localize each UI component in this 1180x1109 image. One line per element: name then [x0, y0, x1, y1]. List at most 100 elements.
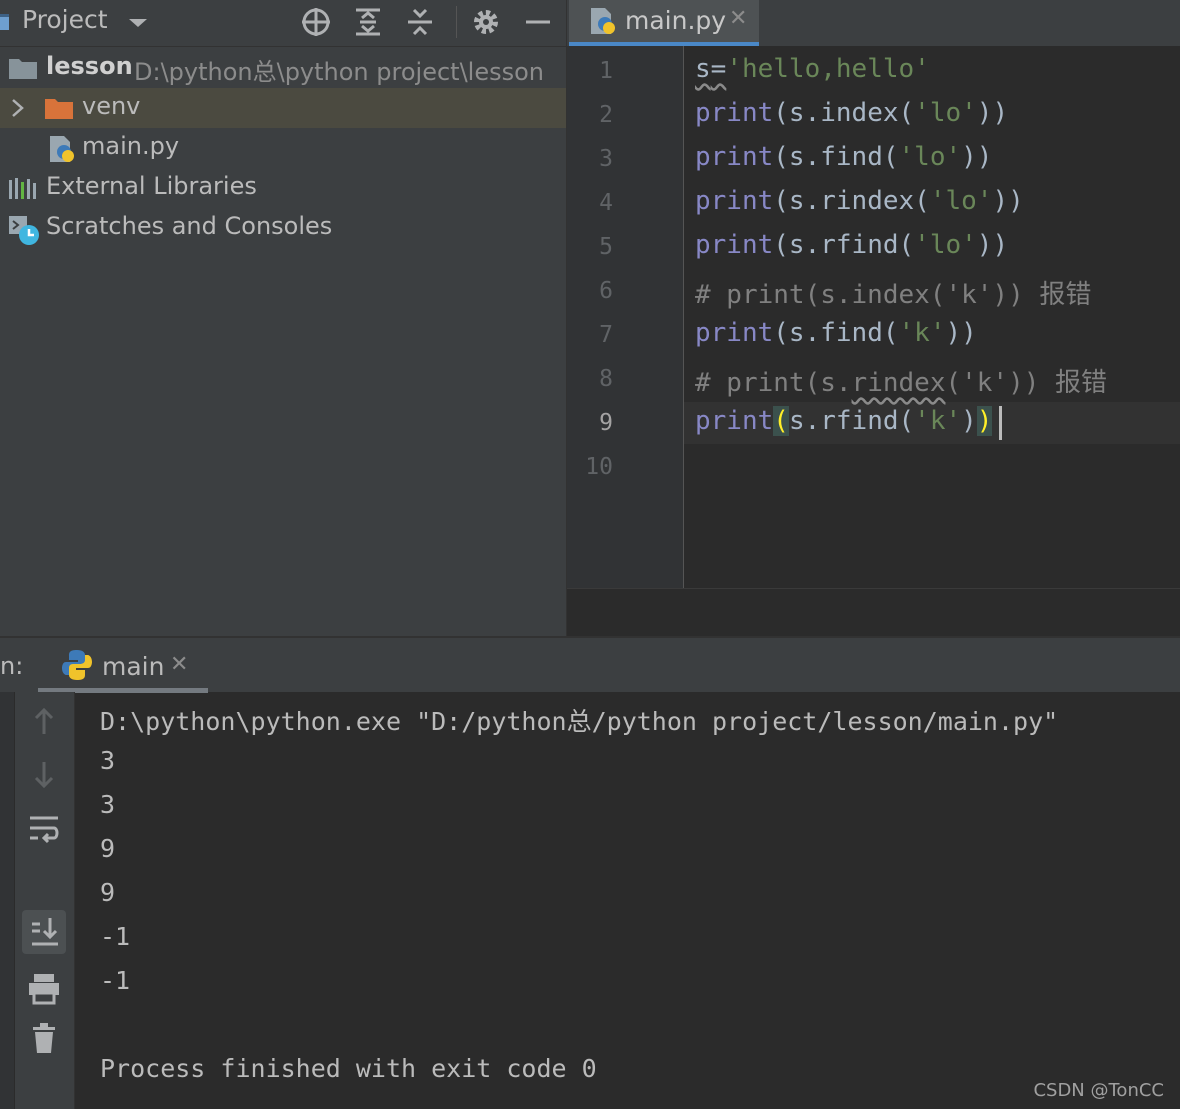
project-header: Project: [0, 0, 566, 47]
folder-icon: [44, 96, 74, 120]
console-line: 9: [100, 834, 116, 863]
print-icon[interactable]: [22, 966, 66, 1010]
code-string: 'lo': [914, 230, 977, 260]
close-icon[interactable]: ✕: [170, 652, 188, 677]
tab-label: main.py: [625, 6, 727, 35]
tree-item-label: lesson: [46, 52, 133, 80]
gear-icon[interactable]: [470, 6, 502, 38]
code-line-4[interactable]: print(s.rindex('lo')): [695, 186, 1024, 216]
console-output[interactable]: D:\python\python.exe "D:/python总/python …: [74, 692, 1180, 1109]
tree-item-label: main.py: [82, 132, 180, 160]
run-tool-window: n: main ✕ D:\python\python.exe "D:/pytho…: [0, 636, 1180, 1109]
chevron-down-icon[interactable]: [126, 12, 150, 36]
code-token: (s.find(: [773, 142, 899, 172]
down-arrow-icon[interactable]: [22, 752, 66, 796]
code-token: )): [961, 142, 993, 172]
code-builtin: print: [695, 318, 774, 348]
run-side-strip: [0, 692, 15, 1109]
tree-item-label: External Libraries: [46, 172, 257, 200]
trash-icon[interactable]: [22, 1016, 66, 1060]
code-token: )): [976, 98, 1009, 128]
code-token: s.rfind(: [788, 406, 915, 436]
code-comment-warning: rindex: [851, 368, 946, 398]
console-line: -1: [100, 966, 131, 995]
tree-item-label: venv: [82, 92, 141, 120]
close-icon[interactable]: ✕: [729, 6, 747, 31]
expand-all-icon[interactable]: [352, 6, 384, 38]
code-string: 'lo': [929, 186, 993, 216]
tree-item-scratches[interactable]: Scratches and Consoles: [0, 208, 566, 248]
code-token: s: [695, 54, 711, 84]
code-token: (s.rindex(: [773, 186, 930, 216]
collapse-all-icon[interactable]: [404, 6, 436, 38]
code-line-9[interactable]: print(s.rfind('k')): [695, 406, 993, 436]
code-comment: # print(s.: [695, 368, 852, 398]
run-header: n: main ✕: [0, 638, 1180, 693]
line-number: 1: [599, 58, 613, 84]
code-line-6[interactable]: # print(s.index('k')) 报错: [695, 274, 1091, 311]
code-string: 'lo': [898, 142, 962, 172]
code-line-3[interactable]: print(s.find('lo')): [695, 142, 992, 172]
text-caret: [999, 406, 1002, 440]
code-line-2[interactable]: print(s.index('lo')): [695, 98, 1008, 128]
scratches-icon: [8, 214, 40, 246]
console-line: 9: [100, 878, 116, 907]
code-comment: # print(s.index('k')) 报错: [695, 280, 1092, 310]
code-string: 'k': [914, 406, 962, 436]
scroll-to-end-icon[interactable]: [22, 910, 66, 954]
tab-main-py[interactable]: main.py ✕: [569, 0, 759, 46]
code-builtin: print: [695, 142, 774, 172]
up-arrow-icon[interactable]: [22, 700, 66, 744]
project-icon: [0, 12, 10, 32]
folder-icon: [8, 56, 38, 80]
line-number: 10: [585, 454, 613, 480]
chevron-right-icon[interactable]: [8, 96, 28, 120]
tree-item-external-libraries[interactable]: External Libraries: [0, 168, 566, 208]
console-line: 3: [100, 790, 116, 819]
watermark: CSDN @TonCC: [1033, 1080, 1164, 1101]
code-string: 'hello,hello': [726, 54, 930, 84]
editor-breadcrumb-bar: [567, 588, 1180, 637]
code-line-7[interactable]: print(s.find('k')): [695, 318, 977, 348]
code-builtin: print: [695, 230, 774, 260]
code-token: =: [710, 54, 727, 84]
line-number: 3: [599, 146, 613, 172]
line-number: 8: [599, 366, 613, 392]
code-string: 'lo': [914, 98, 977, 128]
code-token: (s.index(: [773, 98, 915, 128]
tree-item-main-py[interactable]: main.py: [0, 128, 566, 168]
python-file-icon: [587, 6, 617, 36]
tree-item-lesson[interactable]: lesson D:\python总\python project\lesson: [0, 48, 566, 88]
tree-item-label: Scratches and Consoles: [46, 212, 333, 240]
code-token: )): [976, 230, 1009, 260]
minimize-icon[interactable]: [522, 6, 554, 38]
editor-pane: main.py ✕ 1 2 3 4 5 6 7 8 9 10 s='hello,…: [566, 0, 1180, 637]
toolbar-separator: [456, 6, 457, 38]
code-builtin: print: [695, 186, 774, 216]
code-line-8[interactable]: # print(s.rindex('k')) 报错: [695, 362, 1107, 399]
line-number: 6: [599, 278, 613, 304]
line-number: 2: [599, 102, 613, 128]
line-number-current: 9: [599, 410, 613, 436]
run-tab-label: main: [102, 652, 165, 681]
console-exit-message: Process finished with exit code 0: [100, 1054, 597, 1083]
code-line-1[interactable]: s='hello,hello': [695, 54, 930, 84]
console-line: 3: [100, 746, 116, 775]
tree-item-path: D:\python总\python project\lesson: [134, 58, 544, 86]
tree-item-venv[interactable]: venv: [0, 88, 566, 128]
code-token: )): [992, 186, 1024, 216]
code-token: (s.rfind(: [773, 230, 915, 260]
console-command-line: D:\python\python.exe "D:/python总/python …: [100, 707, 1059, 736]
libraries-icon: [8, 176, 38, 200]
project-tool-window: Project lesson D:\python总\python project…: [0, 0, 566, 636]
project-view-title[interactable]: Project: [22, 5, 108, 34]
code-string: 'k': [898, 318, 946, 348]
code-token: ): [961, 406, 977, 436]
python-icon: [60, 648, 94, 682]
soft-wrap-icon[interactable]: [22, 806, 66, 850]
locate-icon[interactable]: [300, 6, 332, 38]
line-number: 5: [599, 234, 613, 260]
code-line-5[interactable]: print(s.rfind('lo')): [695, 230, 1008, 260]
line-number: 7: [599, 322, 613, 348]
code-token: (s.find(: [773, 318, 899, 348]
